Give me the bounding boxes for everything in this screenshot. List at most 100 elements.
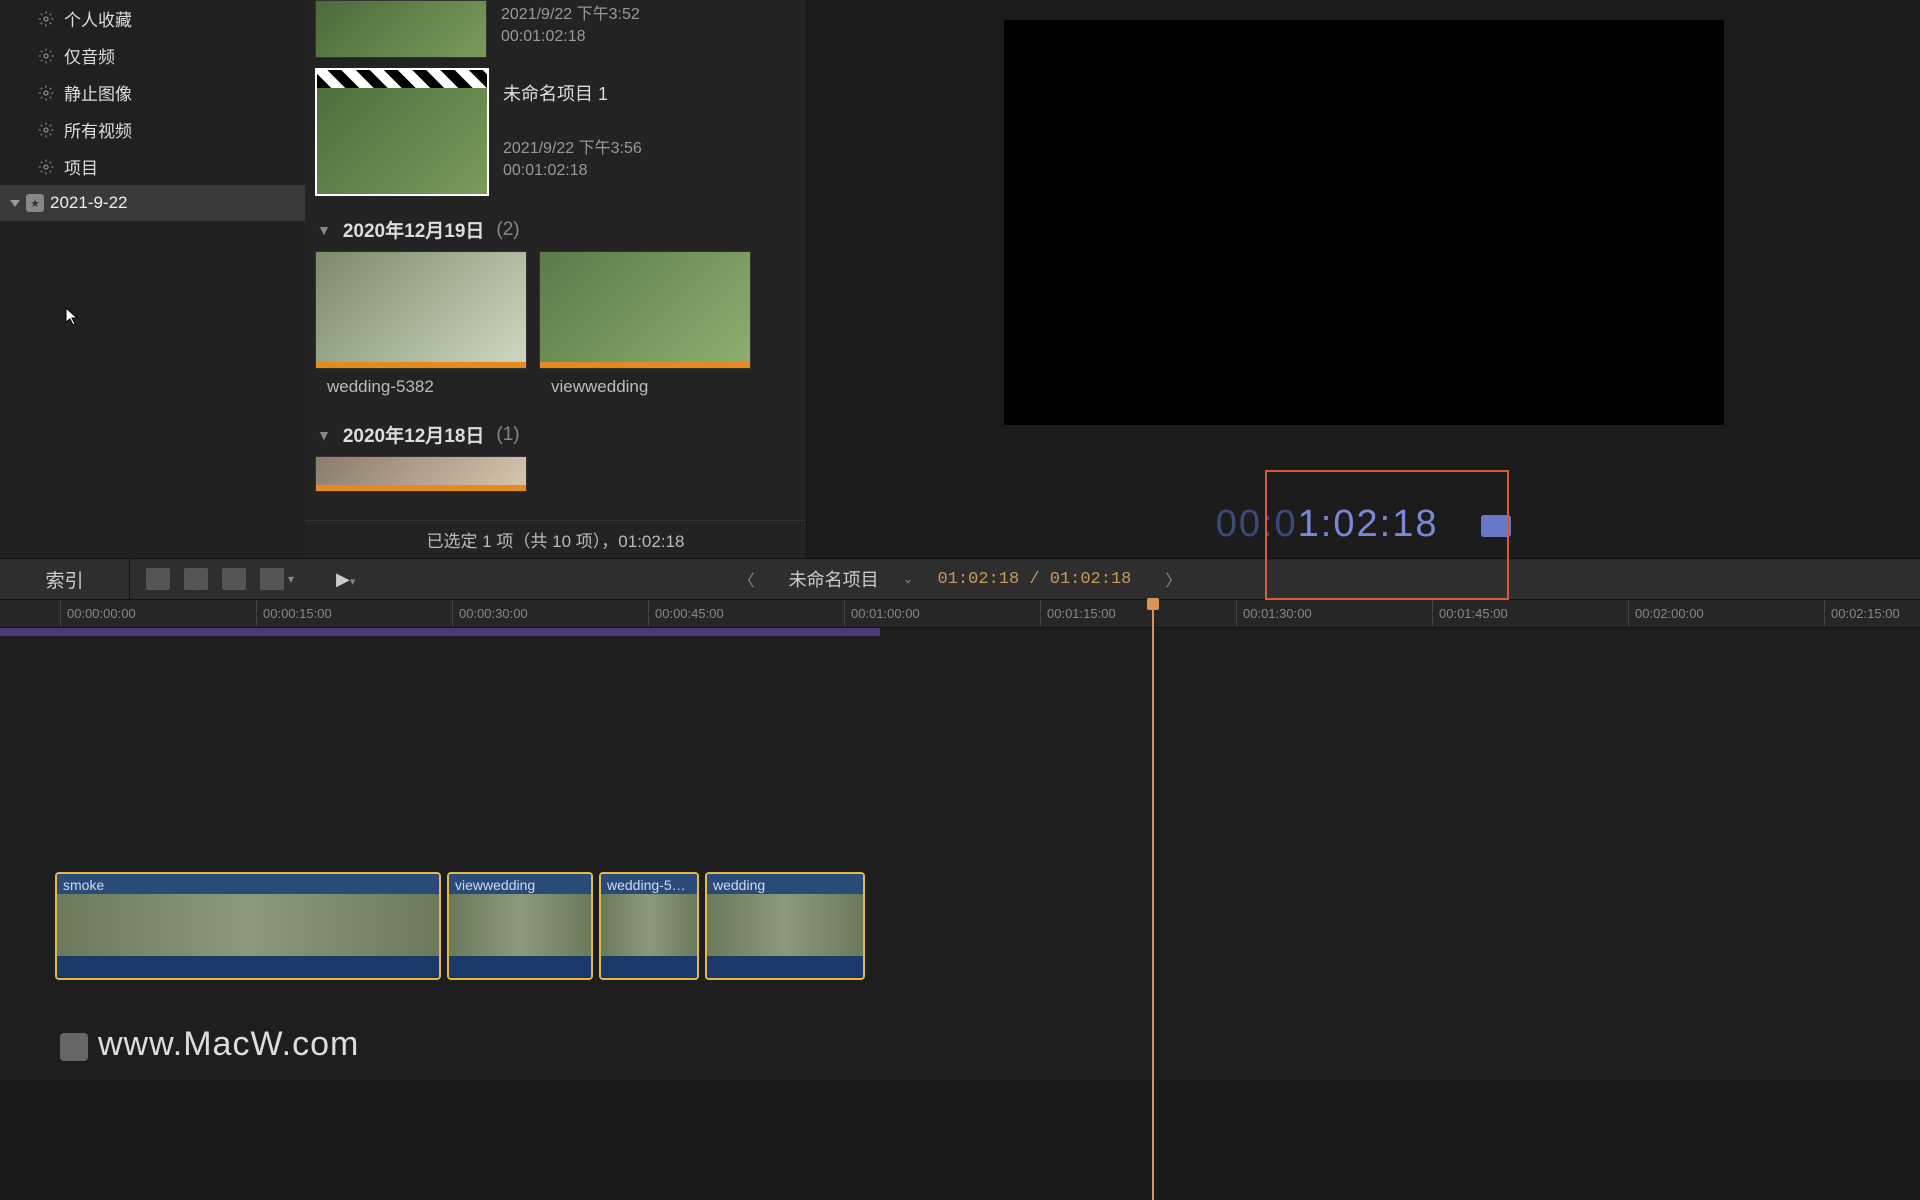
timeline[interactable]: smoke viewwedding wedding-5… wedding www.Ma… xyxy=(0,628,1920,1080)
smart-video[interactable]: 所有视频 xyxy=(0,111,305,148)
index-button[interactable]: 索引 xyxy=(0,559,130,599)
project-thumb[interactable] xyxy=(315,0,487,58)
clip-thumb[interactable] xyxy=(539,251,751,369)
tc-main: 1:02:18 xyxy=(1298,503,1439,545)
event-name: 2021-9-22 xyxy=(50,193,128,213)
side-label: 静止图像 xyxy=(64,80,132,105)
ruler-tick: 00:01:15:00 xyxy=(1040,600,1116,627)
ruler-tick: 00:01:30:00 xyxy=(1236,600,1312,627)
gear-icon xyxy=(38,48,54,64)
project-thumb[interactable] xyxy=(315,68,489,196)
cursor-icon xyxy=(65,307,79,327)
ruler-tick: 00:00:45:00 xyxy=(648,600,724,627)
chevron-down-icon[interactable]: ⌄ xyxy=(903,571,914,587)
clip-filmstrip[interactable] xyxy=(707,894,863,956)
date-count: (2) xyxy=(496,219,519,241)
disclosure-tri-icon[interactable]: ▼ xyxy=(317,427,331,443)
clip-thumb[interactable] xyxy=(315,251,527,369)
clip-thumb[interactable] xyxy=(315,456,527,492)
select-tool-icon[interactable]: ▶▾ xyxy=(336,569,355,590)
clip-filmstrip[interactable] xyxy=(601,894,697,956)
timeline-clip[interactable]: wedding xyxy=(705,872,865,980)
append-clip-icon[interactable] xyxy=(222,568,246,590)
watermark-icon xyxy=(60,1033,88,1061)
media-browser: 2021/9/22 下午3:52 00:01:02:18 未命名项目 1 202… xyxy=(305,0,807,558)
viewer-canvas[interactable] xyxy=(1004,20,1724,425)
insert-clip-icon[interactable] xyxy=(184,568,208,590)
project-row-selected[interactable]: 未命名项目 1 2021/9/22 下午3:56 00:01:02:18 xyxy=(315,68,796,196)
smart-favs[interactable]: 个人收藏 xyxy=(0,0,305,37)
viewer: 00:01:02:18 xyxy=(807,0,1920,558)
gear-icon xyxy=(38,11,54,27)
connect-clip-icon[interactable] xyxy=(146,568,170,590)
viewer-timecode[interactable]: 00:01:02:18 xyxy=(807,503,1920,548)
proj-duration: 01:02:18 / 01:02:18 xyxy=(938,570,1132,589)
ruler-tick: 00:00:30:00 xyxy=(452,600,528,627)
ruler-tick: 00:01:00:00 xyxy=(844,600,920,627)
side-label: 项目 xyxy=(64,154,98,179)
sidebar: 个人收藏 仅音频 静止图像 所有视频 项目 ★ 2021-9-22 xyxy=(0,0,305,558)
playhead[interactable] xyxy=(1152,600,1154,1200)
clip-audio[interactable] xyxy=(449,956,591,978)
clip-audio[interactable] xyxy=(57,956,439,978)
proj-date: 2021/9/22 下午3:56 xyxy=(503,134,642,158)
watermark: www.MacW.com xyxy=(60,1025,359,1064)
gear-icon xyxy=(38,85,54,101)
ruler-tick: 00:01:45:00 xyxy=(1432,600,1508,627)
clip-label: viewwedding xyxy=(539,369,751,405)
side-label: 所有视频 xyxy=(64,117,132,142)
side-label: 仅音频 xyxy=(64,43,115,68)
ruler-tick: 00:00:00:00 xyxy=(60,600,136,627)
clip-title: wedding xyxy=(707,874,863,894)
timeline-marker-strip xyxy=(0,628,880,636)
date-group-header[interactable]: ▼ 2020年12月18日 (1) xyxy=(315,411,796,456)
date-label: 2020年12月19日 xyxy=(343,216,485,243)
clip-label: wedding-5382 xyxy=(315,369,527,405)
smart-projects[interactable]: 项目 xyxy=(0,148,305,185)
side-label: 个人收藏 xyxy=(64,6,132,31)
date-group-header[interactable]: ▼ 2020年12月19日 (2) xyxy=(315,206,796,251)
proj-dur: 00:01:02:18 xyxy=(501,28,640,46)
proj-date: 2021/9/22 下午3:52 xyxy=(501,0,640,24)
clip-filmstrip[interactable] xyxy=(449,894,591,956)
smart-audio[interactable]: 仅音频 xyxy=(0,37,305,74)
proj-name-label[interactable]: 未命名项目 xyxy=(789,566,879,592)
nav-next-icon[interactable]: 〉 xyxy=(1155,567,1191,591)
clip-filmstrip[interactable] xyxy=(57,894,439,956)
gear-icon xyxy=(38,122,54,138)
browser-status: 已选定 1 项（共 10 项），01:02:18 xyxy=(305,520,806,558)
smart-stills[interactable]: 静止图像 xyxy=(0,74,305,111)
timeline-clip[interactable]: smoke xyxy=(55,872,441,980)
primary-storyline[interactable]: smoke viewwedding wedding-5… wedding xyxy=(55,872,865,980)
clip-audio[interactable] xyxy=(601,956,697,978)
filmstrip-icon[interactable] xyxy=(1481,515,1511,537)
timeline-ruler[interactable]: 00:00:00:00 00:00:15:00 00:00:30:00 00:00:4… xyxy=(0,600,1920,628)
overwrite-clip-icon[interactable]: ▾ xyxy=(260,568,284,590)
clip-audio[interactable] xyxy=(707,956,863,978)
clip-item[interactable]: wedding-5382 xyxy=(315,251,527,405)
date-label: 2020年12月18日 xyxy=(343,421,485,448)
clip-title: wedding-5… xyxy=(601,874,697,894)
event-star-icon: ★ xyxy=(26,194,44,212)
clapper-icon xyxy=(317,70,487,88)
ruler-tick: 00:00:15:00 xyxy=(256,600,332,627)
disclosure-tri-icon[interactable]: ▼ xyxy=(317,222,331,238)
event-row[interactable]: ★ 2021-9-22 xyxy=(0,185,305,221)
status-text: 已选定 1 项（共 10 项），01:02:18 xyxy=(427,527,685,552)
timeline-clip[interactable]: viewwedding xyxy=(447,872,593,980)
ruler-tick: 00:02:00:00 xyxy=(1628,600,1704,627)
clip-item[interactable] xyxy=(315,456,527,492)
timeline-toolbar: 索引 ▾ ▶▾ 〈 未命名项目 ⌄ 01:02:18 / 01:02:18 〉 xyxy=(0,558,1920,600)
project-row[interactable]: 2021/9/22 下午3:52 00:01:02:18 xyxy=(315,0,796,58)
clip-title: viewwedding xyxy=(449,874,591,894)
date-count: (1) xyxy=(496,424,519,446)
ruler-tick: 00:02:15:00 xyxy=(1824,600,1900,627)
clip-title: smoke xyxy=(57,874,439,894)
proj-title: 未命名项目 1 xyxy=(503,80,642,106)
disclosure-tri-icon[interactable] xyxy=(10,200,20,207)
nav-prev-icon[interactable]: 〈 xyxy=(729,567,765,591)
proj-dur: 00:01:02:18 xyxy=(503,162,642,180)
timeline-clip[interactable]: wedding-5… xyxy=(599,872,699,980)
clip-item[interactable]: viewwedding xyxy=(539,251,751,405)
tc-dim: 00:0 xyxy=(1216,503,1298,545)
